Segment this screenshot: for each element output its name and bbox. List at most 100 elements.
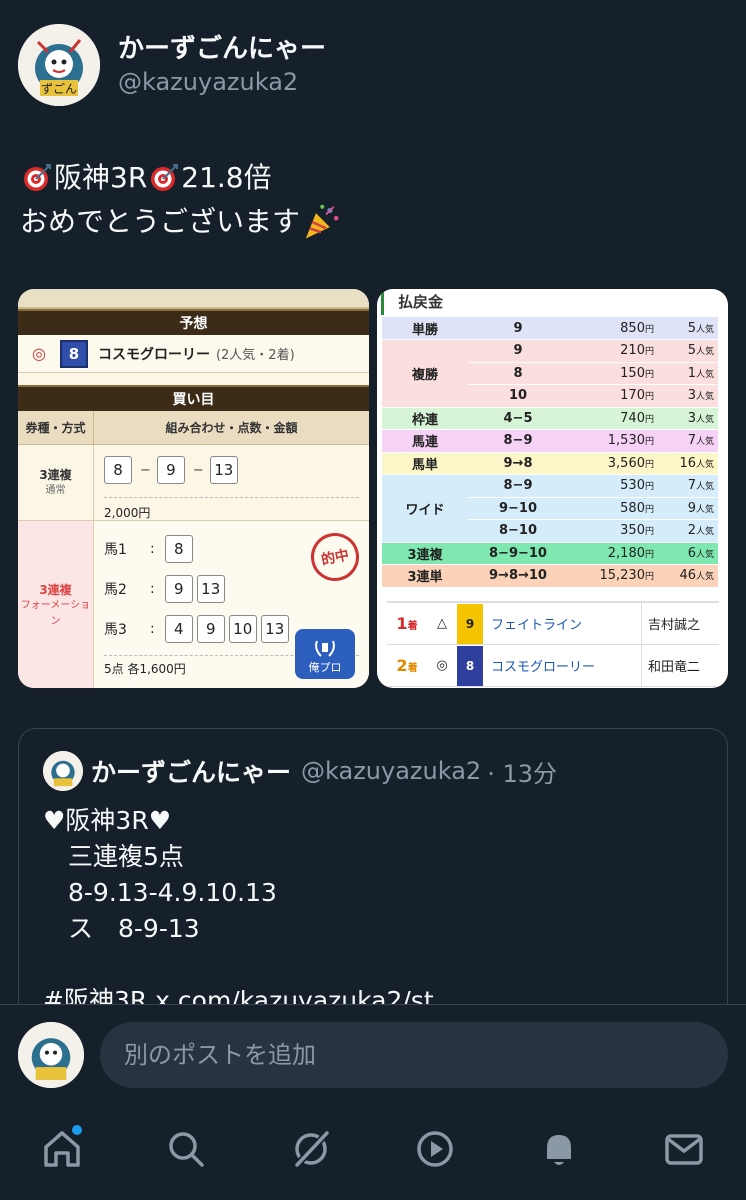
author-avatar[interactable]: ずごん [18, 24, 100, 106]
payout-amount: 530円 [568, 474, 656, 498]
payout-type: ワイド [382, 474, 468, 543]
compose-input[interactable] [100, 1022, 728, 1088]
nav-search[interactable] [156, 1119, 216, 1179]
nav-notifications[interactable] [529, 1119, 589, 1179]
video-icon [417, 1131, 453, 1167]
buy-row-normal: 3連複 通常 8− 9− 13 2,000円 [18, 445, 369, 521]
post-header: ずごん かーずごんにゃー @kazuyazuka2 [18, 24, 326, 106]
svg-text:ずごん: ずごん [41, 81, 77, 96]
payout-type: 単勝 [382, 317, 468, 340]
payout-row: 枠連 4−5 740円 3人気 [382, 407, 718, 430]
row1-type: 3連複 [39, 467, 72, 482]
nav-video[interactable] [405, 1119, 465, 1179]
payout-combo: 9 [468, 339, 568, 363]
payout-row: 複勝 9 210円 5人気 [382, 339, 718, 408]
payout-popularity: 46人気 [656, 564, 718, 588]
result-number: 8 [457, 645, 483, 686]
payout-popularity: 7人気 [656, 474, 718, 498]
quoted-text: ♥阪神3R♥ 三連複5点 8-9.13-4.9.10.13 ス 8-9-13 #… [43, 806, 434, 1015]
payout-row: 単勝 9 850円 5人気 [382, 317, 718, 340]
payout-amount: 2,180円 [568, 542, 656, 565]
laurel-icon [315, 640, 335, 657]
row2-type: 3連複 [39, 582, 72, 597]
author-name[interactable]: かーずごんにゃー [118, 33, 326, 65]
payout-title: 払戻金 [381, 291, 728, 315]
post-line-2: おめでとうございます [20, 200, 342, 244]
dart-target-icon [24, 164, 51, 191]
quoted-post[interactable]: かーずごんにゃー @kazuyazuka2 · 13分 ♥阪神3R♥ 三連複5点… [18, 728, 728, 1048]
payout-amount: 1,530円 [568, 429, 656, 453]
result-rank: 2着 [396, 656, 418, 675]
pro-badge: 俺プロ [295, 629, 355, 679]
payout-popularity: 16人気 [656, 452, 718, 475]
result-list: 1着 △ 9 フェイトライン 吉村誠之 2着 ◎ 8 コスモグローリー 和田竜二 [387, 601, 719, 687]
result-jockey: 吉村誠之 [641, 603, 719, 644]
quoted-post-header: かーずごんにゃー @kazuyazuka2 · 13分 [19, 729, 727, 791]
payout-table: 単勝 9 850円 5人気 複勝 9 210円 5人気 8 150円 1人気 10 170円 3人気 枠連 4… [382, 317, 718, 588]
payout-popularity: 7人気 [656, 429, 718, 453]
result-horse: コスモグローリー [491, 660, 596, 675]
quoted-time: · 13分 [487, 759, 557, 788]
post-congrats: おめでとうございます [20, 205, 301, 238]
payout-amount: 3,560円 [568, 452, 656, 475]
payout-row: 3連複 8−9−10 2,180円 6人気 [382, 542, 718, 565]
avatar-image: ずごん [18, 24, 100, 106]
payout-amount: 580円 [568, 497, 656, 520]
payout-amount: 150円 [568, 362, 656, 385]
pick-result: (2人気・2着) [215, 348, 295, 363]
payout-type: 馬単 [382, 452, 468, 475]
payout-popularity: 9人気 [656, 497, 718, 520]
payout-combo: 8−10 [468, 519, 568, 543]
party-popper-icon [305, 204, 339, 239]
header-type: 券種・方式 [18, 411, 94, 444]
dart-target-icon [151, 164, 179, 191]
payout-combo: 8−9 [468, 474, 568, 498]
payout-popularity: 6人気 [656, 542, 718, 565]
image-topbar [18, 289, 369, 309]
result-number: 9 [457, 603, 483, 644]
payout-popularity: 5人気 [656, 317, 718, 340]
buy-row-formation: 3連複 フォーメーション 馬1: 8 馬2: 9 13 馬3: 4 9 10 1… [18, 521, 369, 688]
payout-combo: 9 [468, 317, 568, 340]
notifications-icon [547, 1135, 572, 1165]
result-rank: 1着 [396, 614, 418, 633]
payout-combo: 4−5 [468, 407, 568, 430]
search-icon [169, 1132, 205, 1167]
grok-icon [293, 1129, 331, 1169]
payout-popularity: 2人気 [656, 519, 718, 543]
post-media: 予想 ◎ 8 コスモグローリー (2人気・2着) 買い目 券種・方式 組み合わせ… [18, 289, 728, 688]
nav-home[interactable] [32, 1119, 92, 1179]
result-row: 1着 △ 9 フェイトライン 吉村誠之 [387, 603, 719, 645]
compose-bar [0, 1004, 746, 1108]
media-image-payout[interactable]: 払戻金 単勝 9 850円 5人気 複勝 9 210円 5人気 8 150円 1人気 10 170円 3人… [377, 289, 728, 688]
post-line-1: 阪神3R 21.8倍 [20, 156, 342, 200]
nav-messages[interactable] [654, 1119, 714, 1179]
payout-row: 3連単 9→8→10 15,230円 46人気 [382, 564, 718, 588]
row1-combo: 8− 9− 13 [104, 453, 359, 487]
payout-combo: 8−9 [468, 429, 568, 453]
payout-type: 3連複 [382, 542, 468, 565]
nav-grok[interactable] [281, 1119, 341, 1179]
pick-horse: コスモグローリー [97, 346, 210, 363]
payout-popularity: 1人気 [656, 362, 718, 385]
result-jockey: 和田竜二 [641, 645, 719, 686]
compose-avatar [18, 1022, 84, 1088]
bottom-nav [0, 1108, 746, 1200]
payout-type: 3連単 [382, 564, 468, 588]
payout-combo: 8−9−10 [468, 542, 568, 565]
header-combo: 組み合わせ・点数・金額 [165, 421, 298, 435]
media-image-prediction[interactable]: 予想 ◎ 8 コスモグローリー (2人気・2着) 買い目 券種・方式 組み合わせ… [18, 289, 369, 688]
post-odds: 21.8倍 [181, 161, 272, 194]
pick-number: 8 [59, 339, 88, 368]
payout-combo: 8 [468, 362, 568, 385]
quoted-author-handle: @kazuyazuka2 [301, 757, 482, 785]
payout-popularity: 3人気 [656, 384, 718, 408]
payout-row: 馬単 9→8 3,560円 16人気 [382, 452, 718, 475]
post-text: 阪神3R 21.8倍 おめでとうございます [20, 156, 342, 244]
author-handle[interactable]: @kazuyazuka2 [118, 67, 326, 97]
payout-type: 馬連 [382, 429, 468, 453]
band-prediction: 予想 [18, 309, 369, 335]
row2-sub: フォーメーション [20, 599, 91, 627]
pick-row: ◎ 8 コスモグローリー (2人気・2着) [18, 335, 369, 373]
payout-amount: 170円 [568, 384, 656, 408]
